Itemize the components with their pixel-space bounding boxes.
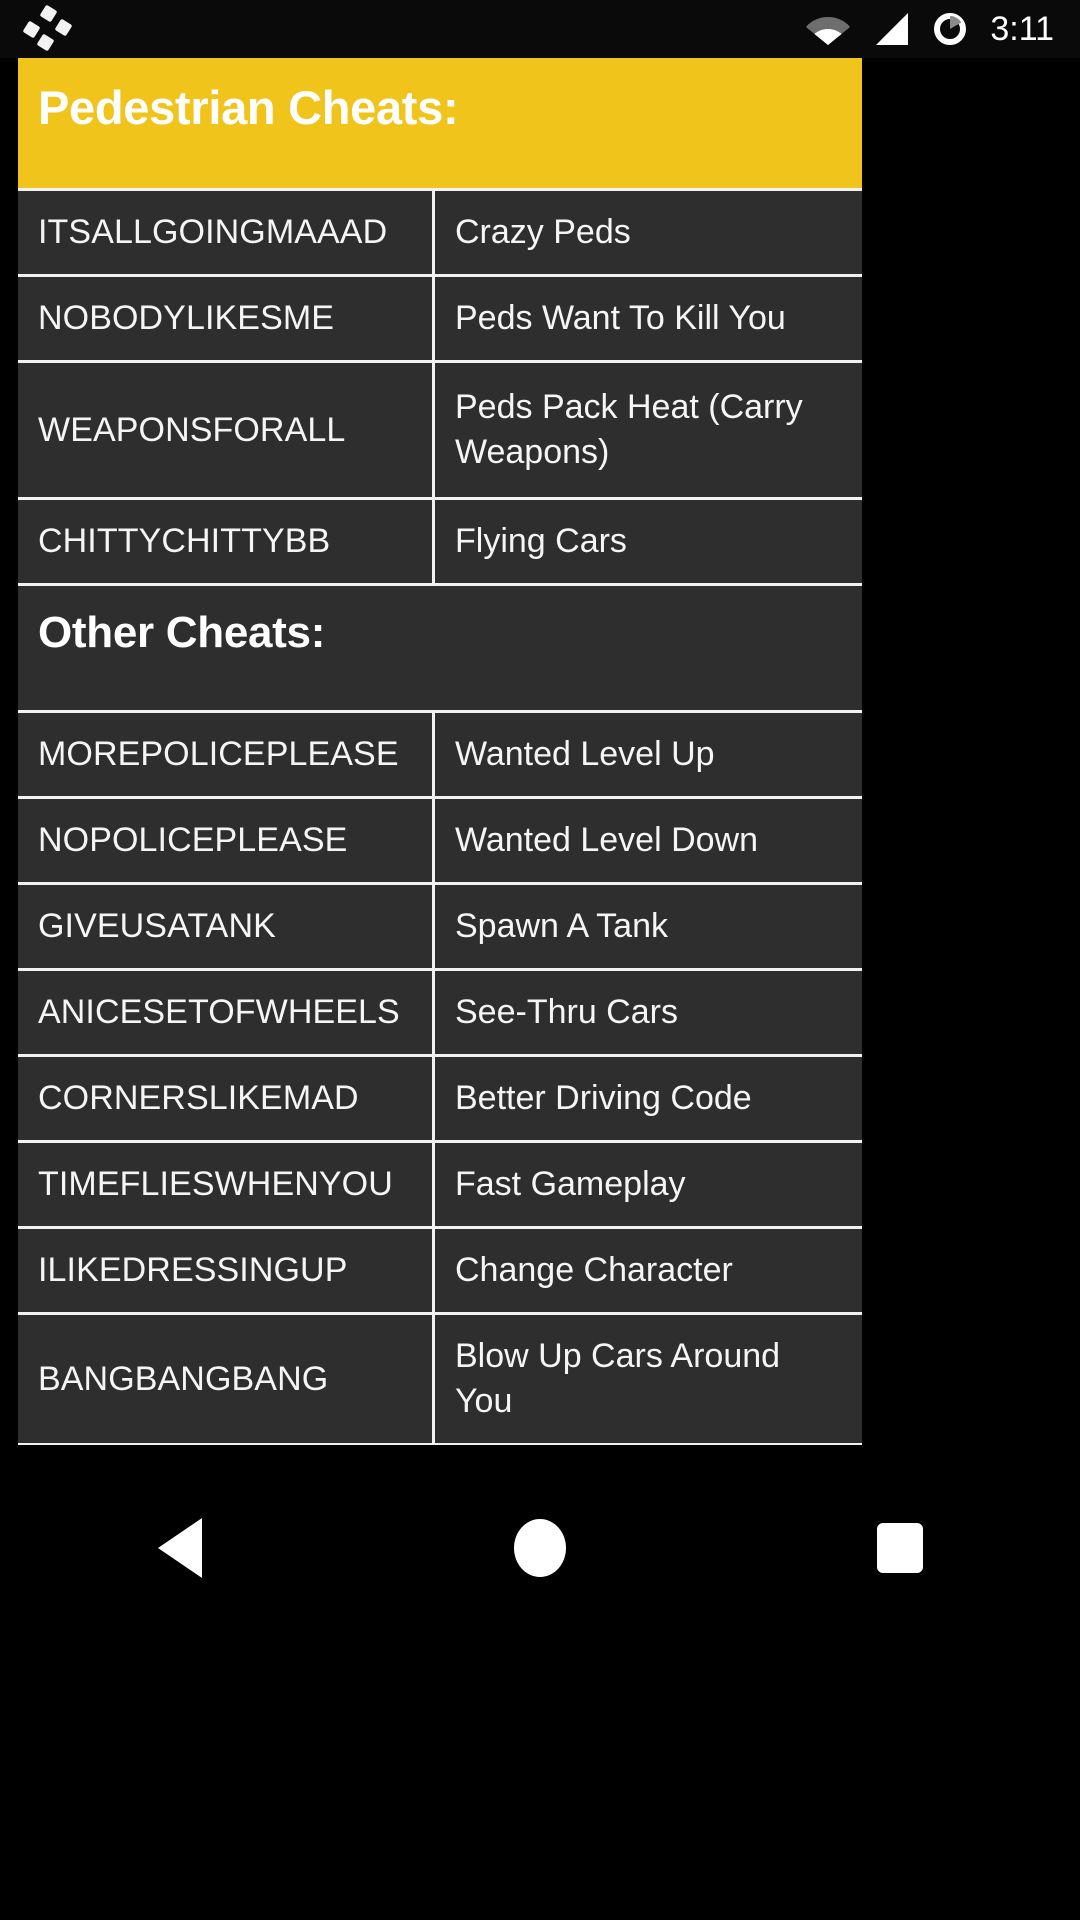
battery-ring-icon <box>932 11 968 47</box>
cheats-list-scroll-area[interactable]: Pedestrian Cheats: ITSALLGOINGMAAAD Craz… <box>0 58 1080 1445</box>
home-nav-button[interactable] <box>450 1493 630 1603</box>
section-header-pedestrian-cheats: Pedestrian Cheats: <box>18 58 862 188</box>
cheats-table: Pedestrian Cheats: ITSALLGOINGMAAAD Craz… <box>18 58 862 1445</box>
cheat-effect: Change Character <box>432 1229 862 1312</box>
back-nav-icon <box>158 1518 202 1578</box>
back-nav-button[interactable] <box>90 1493 270 1603</box>
cellular-signal-icon <box>872 13 910 45</box>
cheat-code: CORNERSLIKEMAD <box>38 1079 359 1117</box>
section-rows-other-cheats: MOREPOLICEPLEASE Wanted Level Up NOPOLIC… <box>18 710 862 1443</box>
section-title: Pedestrian Cheats: <box>38 81 459 134</box>
table-row[interactable]: ITSALLGOINGMAAAD Crazy Peds <box>18 188 862 274</box>
table-row[interactable]: GIVEUSATANK Spawn A Tank <box>18 882 862 968</box>
cheat-code: MOREPOLICEPLEASE <box>38 735 399 773</box>
table-row[interactable]: MOREPOLICEPLEASE Wanted Level Up <box>18 710 862 796</box>
cheat-code: BANGBANGBANG <box>38 1359 329 1398</box>
status-bar-clock: 3:11 <box>990 10 1054 48</box>
cheat-effect: Crazy Peds <box>432 191 862 274</box>
section-rows-pedestrian-cheats: ITSALLGOINGMAAAD Crazy Peds NOBODYLIKESM… <box>18 188 862 583</box>
table-row[interactable]: NOPOLICEPLEASE Wanted Level Down <box>18 796 862 882</box>
cheat-code: CHITTYCHITTYBB <box>38 522 331 560</box>
cheat-effect: Flying Cars <box>432 500 862 583</box>
cheat-code: ANICESETOFWHEELS <box>38 993 400 1031</box>
cheat-effect: Wanted Level Down <box>432 799 862 882</box>
sparkle-icon <box>22 4 74 52</box>
status-bar-left <box>0 4 120 52</box>
cheat-effect: Blow Up Cars Around You <box>432 1315 862 1443</box>
cheat-effect: See-Thru Cars <box>432 971 862 1054</box>
table-row[interactable]: WEAPONSFORALL Peds Pack Heat (Carry Weap… <box>18 360 862 497</box>
home-nav-icon <box>514 1519 566 1577</box>
status-bar: 3:11 <box>0 0 1080 58</box>
table-row[interactable]: ANICESETOFWHEELS See-Thru Cars <box>18 968 862 1054</box>
section-title: Other Cheats: <box>38 608 326 657</box>
cheat-effect: Spawn A Tank <box>432 885 862 968</box>
cheat-code: NOPOLICEPLEASE <box>38 821 348 859</box>
cheat-code: GIVEUSATANK <box>38 907 276 945</box>
wifi-icon <box>806 13 851 45</box>
cheat-code: WEAPONSFORALL <box>38 410 346 449</box>
table-row[interactable]: NOBODYLIKESME Peds Want To Kill You <box>18 274 862 360</box>
cheat-effect: Fast Gameplay <box>432 1143 862 1226</box>
android-navigation-bar <box>0 1445 1080 1920</box>
cheat-effect: Wanted Level Up <box>432 713 862 796</box>
status-bar-right: 3:11 <box>806 11 1080 47</box>
cheat-code: TIMEFLIESWHENYOU <box>38 1165 393 1203</box>
cheat-code: ILIKEDRESSINGUP <box>38 1251 348 1289</box>
cheat-effect: Peds Pack Heat (Carry Weapons) <box>432 363 862 497</box>
table-row[interactable]: TIMEFLIESWHENYOU Fast Gameplay <box>18 1140 862 1226</box>
table-row[interactable]: CHITTYCHITTYBB Flying Cars <box>18 497 862 583</box>
table-row[interactable]: BANGBANGBANG Blow Up Cars Around You <box>18 1312 862 1443</box>
cheat-code: NOBODYLIKESME <box>38 299 335 337</box>
recents-nav-button[interactable] <box>810 1493 990 1603</box>
table-row[interactable]: ILIKEDRESSINGUP Change Character <box>18 1226 862 1312</box>
cheat-code: ITSALLGOINGMAAAD <box>38 213 388 251</box>
cheat-effect: Better Driving Code <box>432 1057 862 1140</box>
recents-nav-icon <box>877 1523 923 1573</box>
table-row[interactable]: CORNERSLIKEMAD Better Driving Code <box>18 1054 862 1140</box>
cheat-effect: Peds Want To Kill You <box>432 277 862 360</box>
section-header-other-cheats: Other Cheats: <box>18 583 862 710</box>
